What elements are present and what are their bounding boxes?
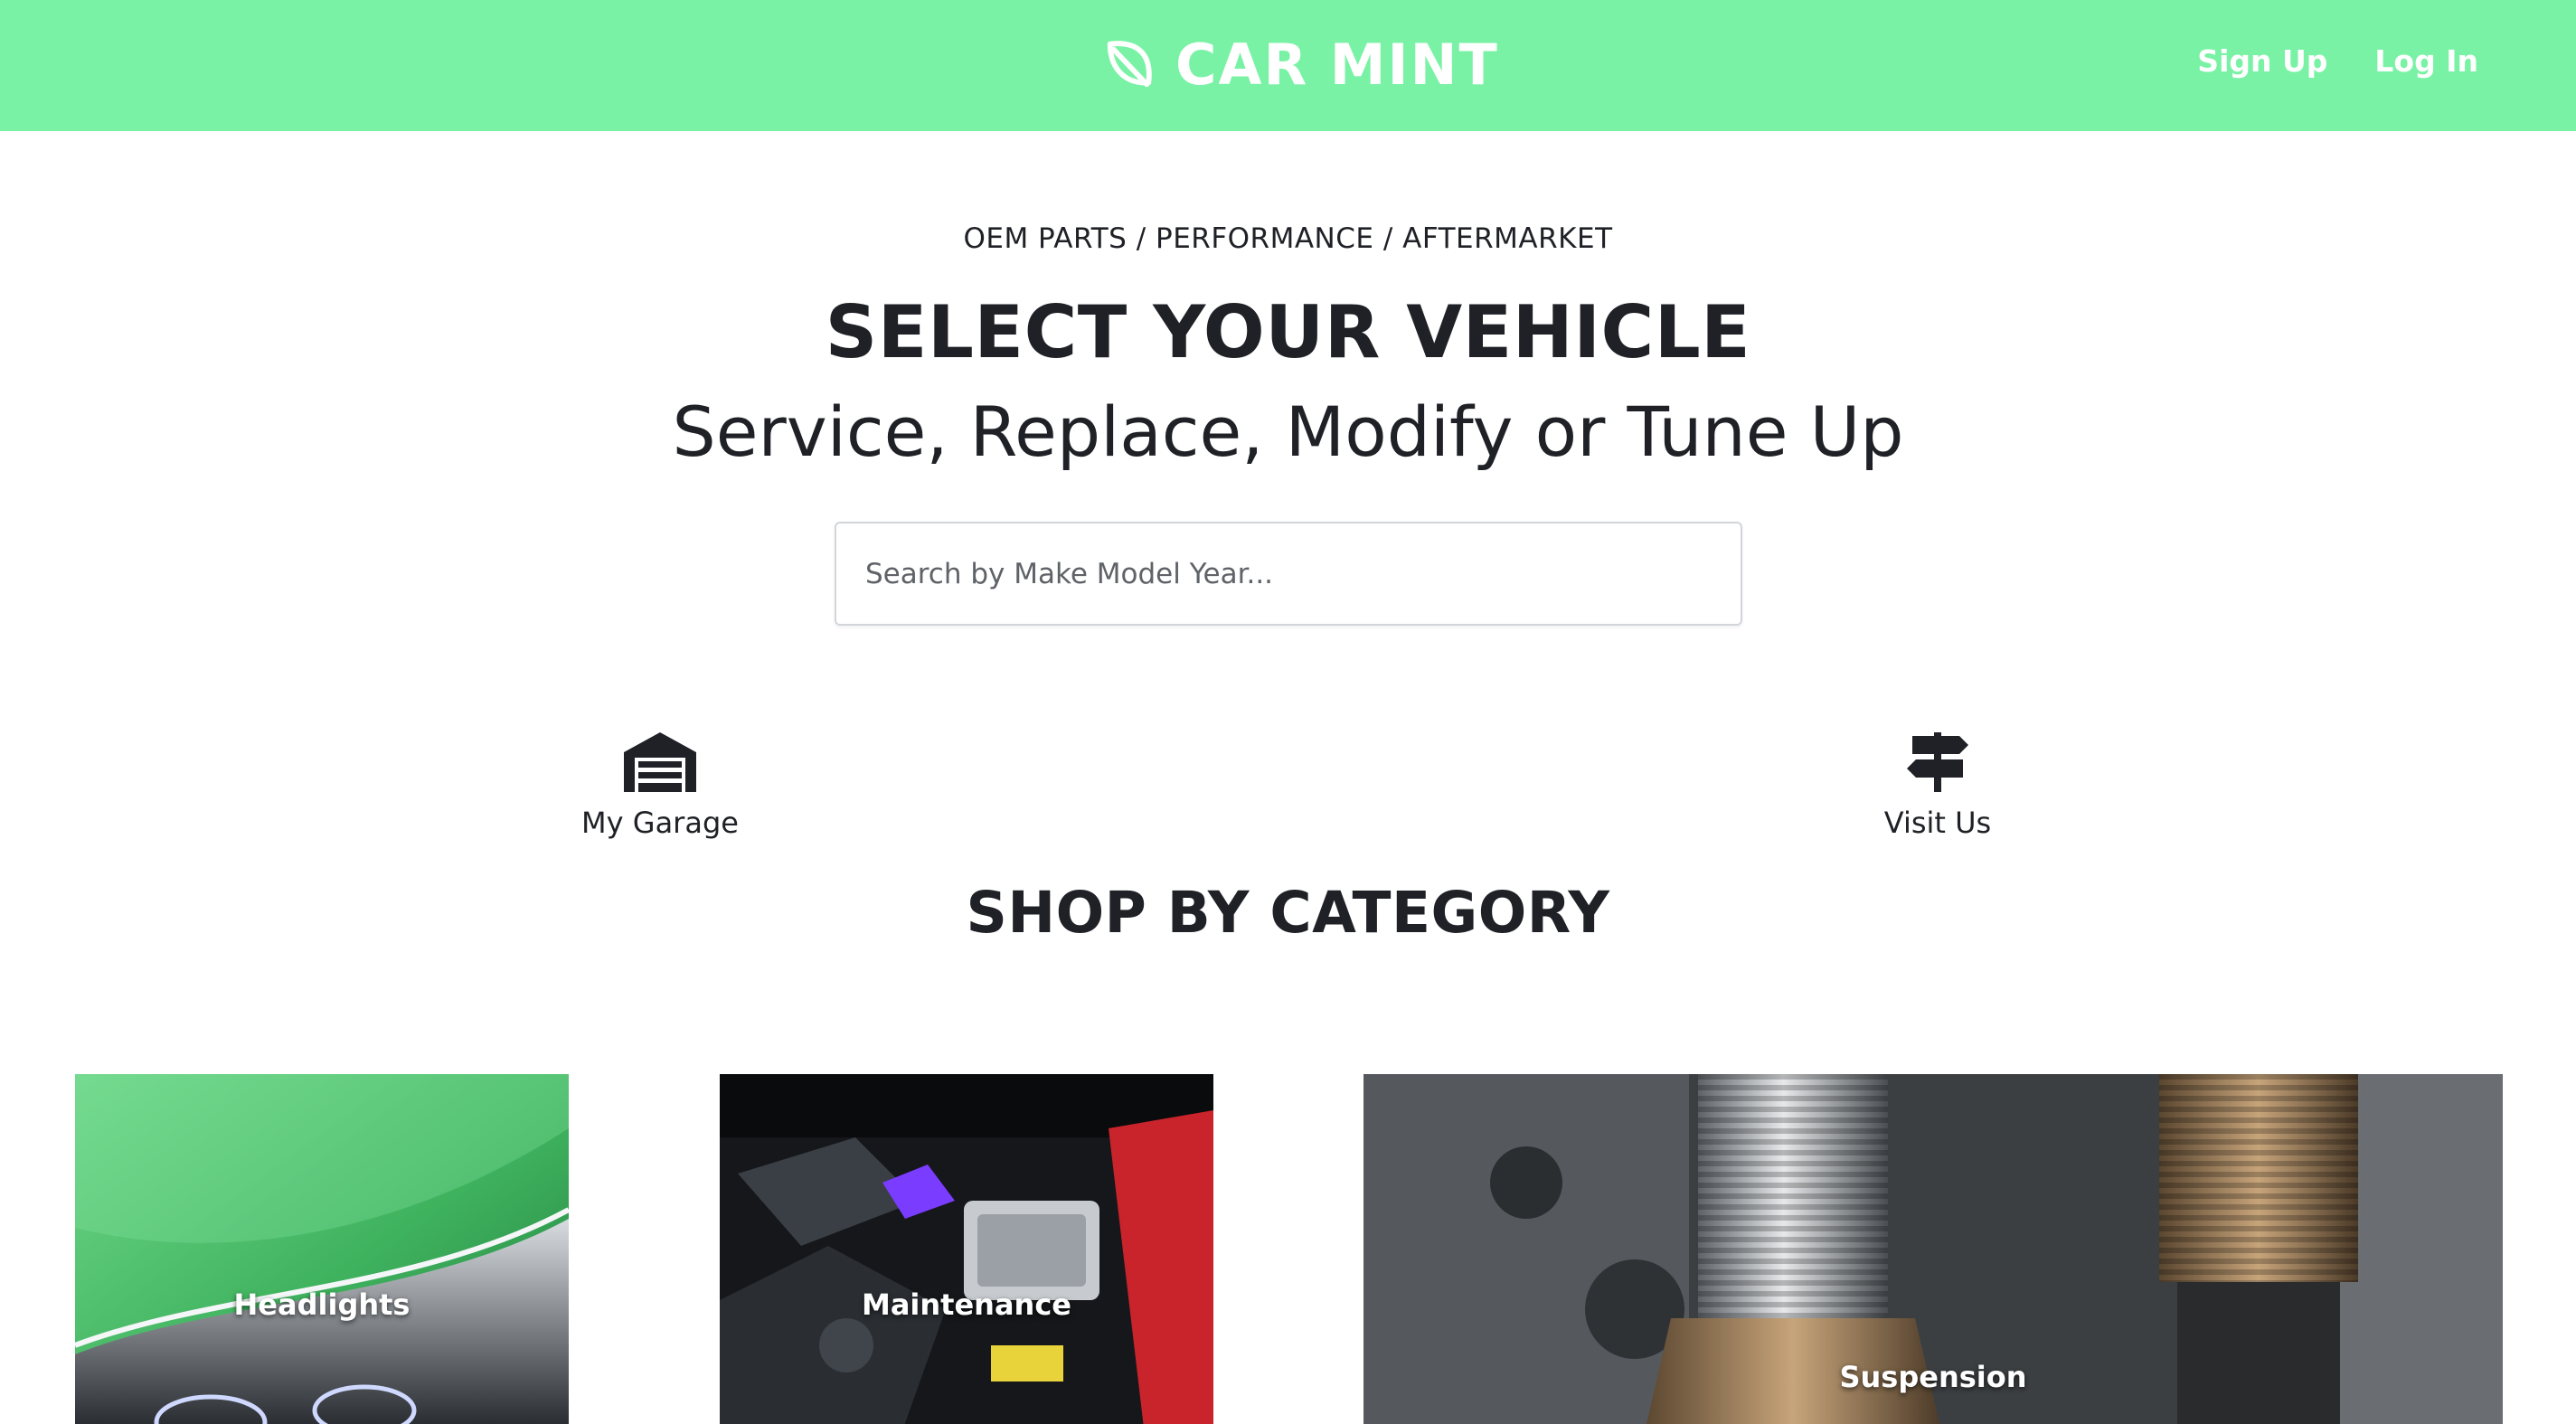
signup-link[interactable]: Sign Up (2197, 38, 2327, 85)
shop-by-category-title: SHOP BY CATEGORY (966, 880, 1610, 946)
visit-us-link[interactable]: Visit Us (1820, 731, 2055, 848)
nav-links: Sign Up Log In (2197, 38, 2478, 85)
category-label-headlights: Headlights (233, 1287, 410, 1322)
visit-us-label: Visit Us (1883, 806, 1992, 840)
brand-logo-link[interactable]: CAR MINT (1103, 33, 1499, 98)
category-label-maintenance: Maintenance (861, 1287, 1071, 1322)
category-card-maintenance[interactable]: Maintenance (720, 1074, 1213, 1424)
page: CAR MINT Sign Up Log In OEM PARTS / PERF… (0, 0, 2576, 1424)
login-link[interactable]: Log In (2374, 38, 2478, 85)
category-card-suspension[interactable]: Suspension (1363, 1074, 2503, 1424)
category-label-suspension: Suspension (1839, 1360, 2027, 1394)
maintenance-image (720, 1074, 1213, 1424)
page-title: SELECT YOUR VEHICLE (825, 290, 1751, 374)
my-garage-label: My Garage (581, 806, 739, 840)
hero-subtitle: Service, Replace, Modify or Tune Up (672, 391, 1904, 472)
brand-name: CAR MINT (1175, 32, 1499, 98)
signpost-icon (1907, 732, 1968, 792)
my-garage-link[interactable]: My Garage (543, 731, 778, 848)
category-card-headlights[interactable]: Headlights (75, 1074, 569, 1424)
navbar: CAR MINT Sign Up Log In (0, 0, 2576, 131)
headlights-image (75, 1074, 569, 1424)
vehicle-search-input[interactable] (835, 522, 1742, 626)
hero-tagline: OEM PARTS / PERFORMANCE / AFTERMARKET (963, 222, 1613, 255)
leaf-icon (1107, 41, 1152, 88)
garage-icon (624, 732, 696, 792)
